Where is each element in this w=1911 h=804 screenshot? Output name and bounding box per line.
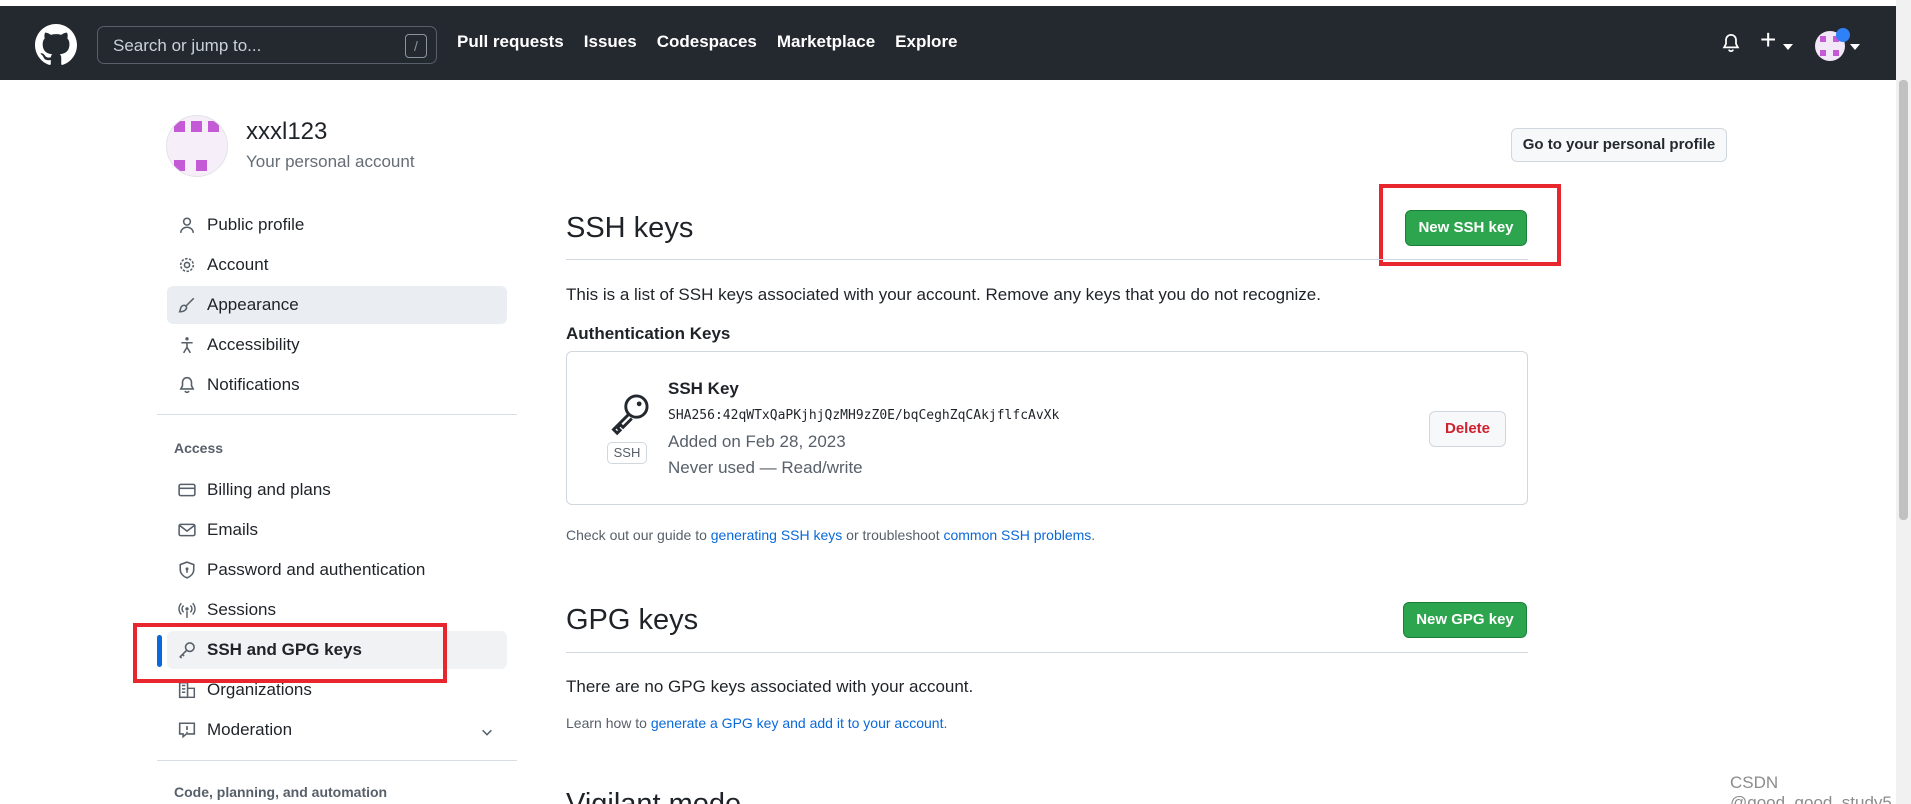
nav-pull-requests[interactable]: Pull requests — [457, 32, 564, 52]
sidebar-item-label: Password and authentication — [207, 560, 426, 579]
guide-suffix: . — [1091, 527, 1096, 543]
person-icon — [180, 217, 194, 233]
delete-ssh-key-button[interactable]: Delete — [1429, 411, 1506, 447]
gpg-keys-title: GPG keys — [566, 604, 699, 636]
sidebar-item-appearance[interactable]: Appearance — [167, 286, 507, 324]
ssh-description: This is a list of SSH keys associated wi… — [566, 285, 1321, 304]
gpg-empty-message: There are no GPG keys associated with yo… — [566, 677, 974, 696]
accessibility-icon — [181, 337, 193, 354]
sidebar-item-label: Appearance — [207, 295, 299, 314]
search-input[interactable]: Search or jump to... / — [97, 26, 437, 64]
search-shortcut-key: / — [405, 34, 427, 58]
generate-gpg-key-link[interactable]: generate a GPG key and add it to your ac… — [651, 715, 944, 731]
plus-caret-icon[interactable] — [1783, 44, 1793, 50]
new-gpg-key-button[interactable]: New GPG key — [1403, 602, 1527, 638]
credit-card-icon — [178, 483, 196, 497]
vigilant-mode-title: Vigilant mode — [566, 788, 742, 804]
nav-codespaces[interactable]: Codespaces — [657, 32, 757, 52]
sidebar-divider — [157, 414, 517, 415]
ssh-keys-title: SSH keys — [566, 212, 694, 244]
new-ssh-key-button[interactable]: New SSH key — [1405, 210, 1527, 246]
global-header: Search or jump to... / Pull requests Iss… — [0, 6, 1896, 80]
sidebar-item-accessibility[interactable]: Accessibility — [167, 326, 507, 364]
scrollbar-thumb[interactable] — [1899, 80, 1908, 520]
report-icon — [178, 722, 196, 739]
ssh-key-usage: Never used — Read/write — [668, 458, 863, 477]
learn-suffix: . — [943, 715, 948, 731]
ssh-key-fingerprint: SHA256:42qWTxQaPKjhjQzMH9zZ0E/bqCeghZqCA… — [668, 408, 1060, 423]
organization-icon — [178, 681, 196, 699]
sidebar-item-emails[interactable]: Emails — [167, 511, 507, 549]
search-placeholder: Search or jump to... — [113, 36, 262, 55]
go-to-profile-button[interactable]: Go to your personal profile — [1511, 128, 1727, 162]
sidebar-heading-access: Access — [174, 440, 224, 456]
ssh-key-added-date: Added on Feb 28, 2023 — [668, 432, 846, 451]
nav-issues[interactable]: Issues — [584, 32, 637, 52]
ssh-key-item: SSH SSH Key SHA256:42qWTxQaPKjhjQzMH9zZ0… — [566, 351, 1528, 505]
sidebar-item-notifications[interactable]: Notifications — [167, 366, 507, 404]
section-divider — [566, 652, 1528, 653]
annotation-highlight-sidebar — [133, 623, 447, 683]
generating-ssh-keys-link[interactable]: generating SSH keys — [711, 527, 843, 543]
authentication-keys-heading: Authentication Keys — [566, 324, 731, 343]
guide-middle: or troubleshoot — [842, 527, 944, 543]
broadcast-icon — [178, 602, 196, 618]
sidebar-item-label: Accessibility — [207, 335, 300, 354]
common-ssh-problems-link[interactable]: common SSH problems — [943, 527, 1091, 543]
sidebar-item-label: Sessions — [207, 600, 276, 619]
avatar-caret-icon[interactable] — [1850, 44, 1860, 50]
account-username: xxxl123 — [246, 118, 328, 145]
sidebar-item-moderation[interactable]: Moderation — [167, 711, 507, 749]
sidebar-divider — [157, 760, 517, 761]
mail-icon — [178, 523, 196, 537]
sidebar-item-public-profile[interactable]: Public profile — [167, 206, 507, 244]
sidebar-item-password[interactable]: Password and authentication — [167, 551, 507, 589]
plus-icon[interactable]: + — [1760, 26, 1776, 54]
sidebar-item-label: Account — [207, 255, 269, 274]
key-icon — [611, 394, 649, 436]
gear-icon — [179, 257, 195, 273]
nav-marketplace[interactable]: Marketplace — [777, 32, 875, 52]
page: Search or jump to... / Pull requests Iss… — [0, 0, 1911, 804]
watermark: CSDN @good_good_study5 — [1730, 773, 1892, 804]
ssh-badge: SSH — [607, 442, 647, 464]
sidebar-item-label: Emails — [207, 520, 259, 539]
ssh-key-title: SSH Key — [668, 379, 739, 398]
ssh-guide-text: Check out our guide to generating SSH ke… — [566, 527, 1095, 543]
sidebar-item-label: Organizations — [207, 680, 312, 699]
shield-lock-icon — [179, 561, 195, 579]
gpg-learn-text: Learn how to generate a GPG key and add … — [566, 715, 947, 731]
status-dot-icon — [1836, 28, 1850, 42]
user-avatar[interactable] — [166, 115, 228, 177]
sidebar-item-label: Notifications — [207, 375, 300, 394]
github-logo-icon[interactable] — [35, 24, 77, 66]
sidebar-item-label: Public profile — [207, 215, 305, 234]
section-divider — [566, 259, 1528, 260]
sidebar-item-label: Billing and plans — [207, 480, 331, 499]
nav-explore[interactable]: Explore — [895, 32, 957, 52]
bell-icon[interactable] — [1721, 32, 1741, 54]
sidebar-item-account[interactable]: Account — [167, 246, 507, 284]
sidebar-heading-code: Code, planning, and automation — [174, 784, 388, 800]
sidebar-item-label: Moderation — [207, 720, 293, 739]
global-nav: Pull requests Issues Codespaces Marketpl… — [457, 32, 958, 52]
chevron-down-icon[interactable] — [480, 725, 494, 739]
account-subtitle: Your personal account — [246, 152, 415, 171]
guide-prefix: Check out our guide to — [566, 527, 711, 543]
sidebar-item-billing[interactable]: Billing and plans — [167, 471, 507, 509]
bell-icon — [179, 376, 195, 394]
paintbrush-icon — [178, 297, 195, 313]
learn-prefix: Learn how to — [566, 715, 651, 731]
